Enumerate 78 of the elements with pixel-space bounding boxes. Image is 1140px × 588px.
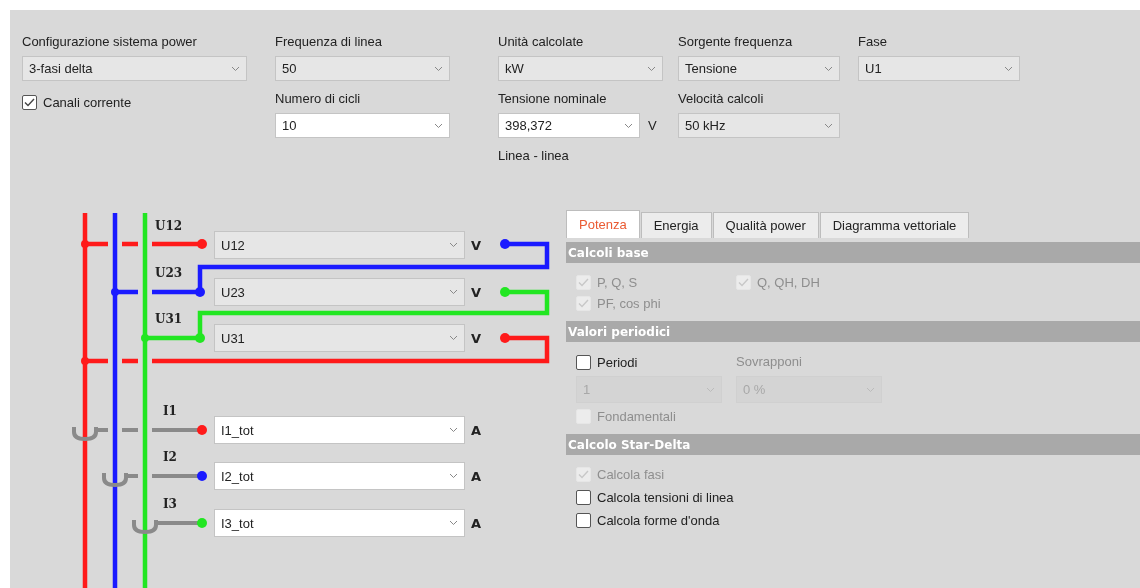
chevron-icon bbox=[449, 335, 458, 341]
chevron-icon bbox=[449, 473, 458, 479]
checkbox-label: Canali corrente bbox=[43, 95, 132, 110]
chevron-icon bbox=[449, 242, 458, 248]
checkbox-label: P, Q, S bbox=[597, 275, 638, 290]
field-label: Frequenza di linea bbox=[275, 34, 383, 50]
section-title: Calcolo Star-Delta bbox=[568, 437, 691, 452]
chevron-icon bbox=[624, 122, 633, 129]
check-icon bbox=[578, 470, 589, 479]
channel-label: I1 bbox=[163, 404, 177, 418]
unit-label: V bbox=[471, 330, 482, 346]
field-label: Numero di cicli bbox=[275, 91, 362, 107]
dropdown[interactable]: 10 bbox=[275, 113, 450, 138]
check-icon bbox=[578, 278, 589, 287]
check-icon bbox=[578, 299, 589, 308]
tab[interactable]: Potenza bbox=[566, 210, 640, 238]
tab[interactable]: Diagramma vettoriale bbox=[819, 212, 970, 238]
checkbox-label: Calcola tensioni di linea bbox=[597, 490, 734, 505]
chevron-icon bbox=[706, 386, 715, 393]
check-icon bbox=[24, 98, 35, 107]
channel-label: U12 bbox=[155, 219, 183, 233]
chevron-icon bbox=[231, 65, 240, 72]
dropdown[interactable]: 50 kHz bbox=[678, 113, 840, 138]
dropdown[interactable]: 3-fasi delta bbox=[22, 56, 247, 81]
dropdown[interactable]: U23 bbox=[214, 278, 465, 306]
checkbox[interactable] bbox=[576, 513, 591, 528]
dropdown[interactable]: U1 bbox=[858, 56, 1020, 81]
field-label: Sovrapponi bbox=[736, 354, 803, 370]
chevron-icon bbox=[647, 65, 656, 72]
unit-label: V bbox=[471, 284, 482, 300]
chevron-icon bbox=[434, 122, 443, 129]
unit-label: V bbox=[648, 118, 657, 133]
dropdown[interactable]: U12 bbox=[214, 231, 465, 259]
chevron-icon bbox=[1004, 65, 1013, 72]
checkbox[interactable] bbox=[576, 354, 591, 370]
checkbox[interactable] bbox=[576, 490, 591, 505]
chevron-icon bbox=[866, 386, 875, 393]
channel-label: U23 bbox=[155, 266, 183, 280]
chevron-icon bbox=[434, 65, 443, 72]
chevron-icon bbox=[824, 65, 833, 72]
checkbox[interactable] bbox=[22, 95, 37, 110]
dropdown[interactable]: Tensione bbox=[678, 56, 840, 81]
field-label: Unità calcolate bbox=[498, 34, 585, 50]
field-label: Velocità calcoli bbox=[678, 91, 765, 107]
field-label: Configurazione sistema power bbox=[22, 34, 198, 50]
dropdown[interactable]: I1_tot bbox=[214, 416, 465, 444]
dropdown[interactable]: I2_tot bbox=[214, 462, 465, 490]
unit-label: V bbox=[471, 237, 482, 253]
unit-label: A bbox=[471, 422, 482, 438]
unit-label: A bbox=[471, 515, 482, 531]
field-label: Fase bbox=[858, 34, 888, 50]
dropdown[interactable]: I3_tot bbox=[214, 509, 465, 537]
tab[interactable]: Qualità power bbox=[712, 212, 819, 238]
checkbox-label: PF, cos phi bbox=[597, 296, 661, 311]
checkbox-label: Periodi bbox=[597, 354, 638, 370]
chevron-icon bbox=[824, 122, 833, 129]
channel-label: I3 bbox=[163, 497, 177, 511]
dropdown[interactable]: 398,372 bbox=[498, 113, 640, 138]
field-label: Sorgente frequenza bbox=[678, 34, 794, 50]
chevron-icon bbox=[449, 427, 458, 433]
chevron-icon bbox=[449, 289, 458, 295]
checkbox-label: Calcola fasi bbox=[597, 467, 665, 482]
channel-label: U31 bbox=[155, 312, 183, 326]
dropdown[interactable]: U31 bbox=[214, 324, 465, 352]
field-note: Linea - linea bbox=[498, 148, 570, 163]
checkbox-label: Calcola forme d'onda bbox=[597, 513, 720, 528]
channel-label: I2 bbox=[163, 450, 177, 464]
dropdown[interactable]: 50 bbox=[275, 56, 450, 81]
tab[interactable]: Energia bbox=[640, 212, 712, 238]
chevron-icon bbox=[449, 520, 458, 526]
section-title: Valori periodici bbox=[568, 324, 671, 339]
check-icon bbox=[738, 278, 749, 287]
checkbox-label: Fondamentali bbox=[597, 409, 676, 424]
checkbox-label: Q, QH, DH bbox=[757, 275, 820, 290]
field-label: Tensione nominale bbox=[498, 91, 608, 107]
section-title: Calcoli base bbox=[568, 245, 649, 260]
unit-label: A bbox=[471, 468, 482, 484]
dropdown[interactable]: kW bbox=[498, 56, 663, 81]
